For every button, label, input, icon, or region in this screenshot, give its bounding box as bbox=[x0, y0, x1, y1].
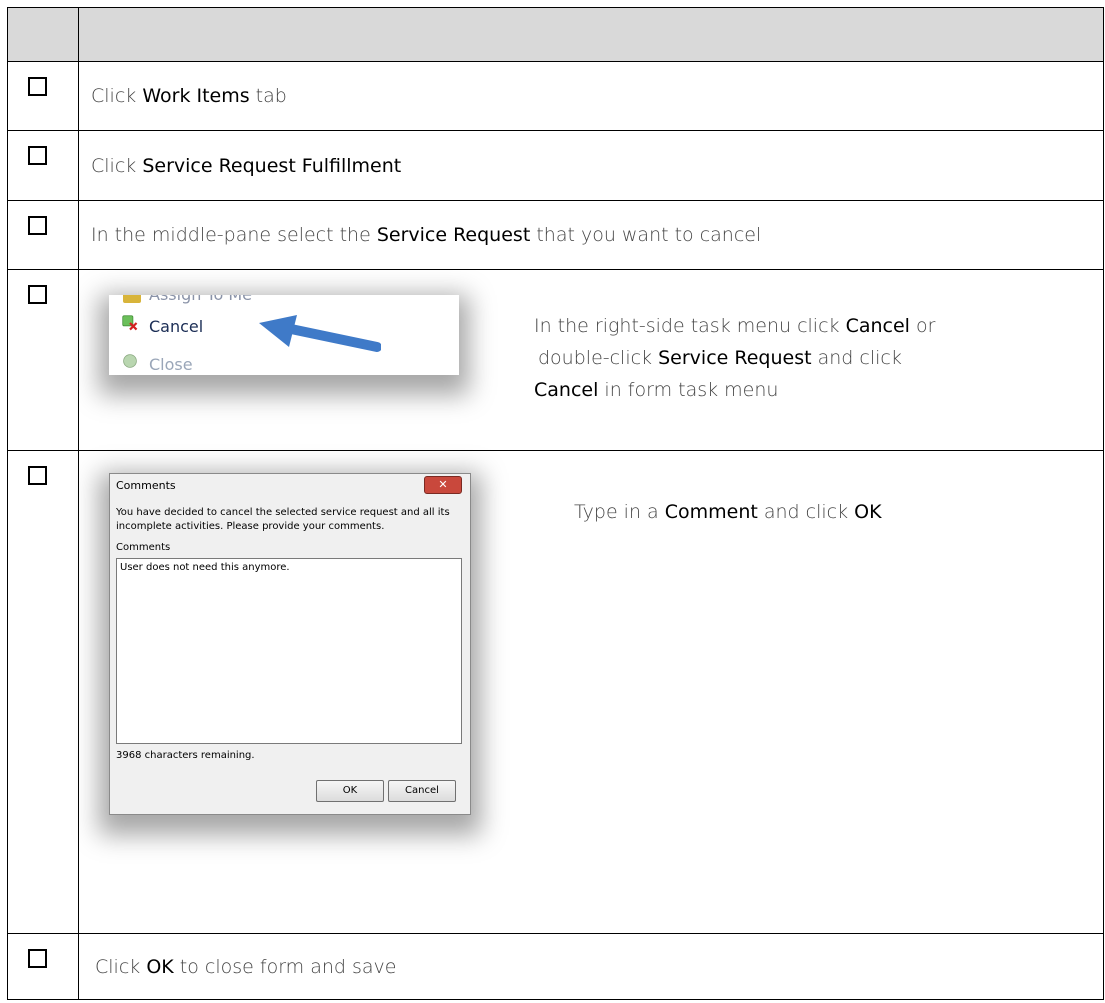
dialog-message: You have decided to cancel the selected … bbox=[116, 507, 450, 533]
task-menu-screenshot: Assign To Me Cancel Close bbox=[109, 295, 459, 376]
cancel-button[interactable]: Cancel bbox=[388, 780, 456, 803]
step-text: In the middle-pane select the Service Re… bbox=[78, 199, 1104, 271]
comments-label: Comments bbox=[116, 542, 171, 554]
checkbox-cell bbox=[7, 450, 79, 935]
checkbox[interactable] bbox=[28, 76, 47, 96]
procedure-table: Click Work Items tab Click Service Reque… bbox=[7, 7, 1104, 1000]
table-row: Click OK to close form and save bbox=[7, 933, 1104, 1000]
table-row: Comments ✕ You have decided to cancel th… bbox=[7, 450, 1104, 935]
comments-textarea[interactable]: User does not need this anymore. bbox=[116, 558, 462, 745]
checkbox-cell bbox=[7, 933, 79, 1000]
table-row: Click Work Items tab bbox=[7, 60, 1104, 132]
checkbox-cell bbox=[7, 130, 79, 201]
table-header-row bbox=[7, 7, 1104, 62]
checkbox-cell bbox=[7, 60, 79, 132]
checkbox-cell bbox=[7, 269, 79, 452]
step-text: Click Service Request Fulfillment bbox=[78, 130, 1104, 201]
table-row: In the middle-pane select the Service Re… bbox=[7, 199, 1104, 271]
dialog-close-button[interactable]: ✕ bbox=[424, 476, 462, 495]
step-text: Click Work Items tab bbox=[78, 60, 1104, 132]
step-content: Comments ✕ You have decided to cancel th… bbox=[78, 450, 1104, 935]
menu-item-assign: Assign To Me bbox=[149, 295, 252, 304]
checkbox[interactable] bbox=[28, 466, 47, 486]
step-content: Assign To Me Cancel Close bbox=[78, 269, 1104, 452]
step-instruction: In the right-side task menu click Cancel… bbox=[534, 315, 936, 402]
checkbox[interactable] bbox=[28, 215, 47, 235]
pointer-arrow-icon bbox=[259, 315, 381, 353]
header-cell-checkbox bbox=[7, 7, 79, 62]
close-icon bbox=[123, 354, 137, 369]
comments-dialog-screenshot: Comments ✕ You have decided to cancel th… bbox=[109, 473, 471, 816]
table-row: Assign To Me Cancel Close bbox=[7, 269, 1104, 452]
checkbox[interactable] bbox=[28, 949, 47, 969]
dialog-title: Comments bbox=[116, 479, 176, 493]
ok-button[interactable]: OK bbox=[316, 780, 384, 803]
checkbox[interactable] bbox=[28, 146, 47, 166]
table-row: Click Service Request Fulfillment bbox=[7, 130, 1104, 201]
header-cell-step bbox=[78, 7, 1104, 62]
step-text: Click OK to close form and save bbox=[78, 933, 1104, 1000]
checkbox[interactable] bbox=[28, 285, 47, 305]
checkbox-cell bbox=[7, 199, 79, 271]
step-instruction: Type in a Comment and click OK bbox=[574, 501, 882, 524]
characters-remaining: 3968 characters remaining. bbox=[116, 750, 255, 762]
assign-icon bbox=[123, 295, 141, 304]
menu-item-close: Close bbox=[149, 355, 193, 375]
cancel-icon bbox=[122, 315, 138, 331]
menu-item-cancel: Cancel bbox=[149, 317, 204, 337]
